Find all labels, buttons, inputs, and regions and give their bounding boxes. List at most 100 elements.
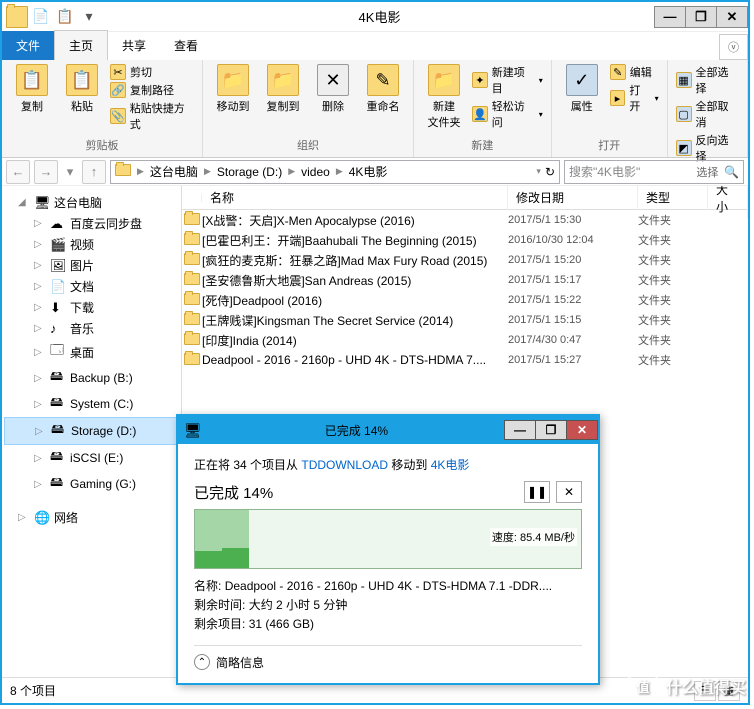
maximize-button[interactable]: ❐	[685, 6, 717, 28]
dialog-maximize-button[interactable]: ❐	[535, 420, 567, 440]
qat-item[interactable]: 📋	[54, 6, 76, 28]
close-button[interactable]: ✕	[716, 6, 748, 28]
address-dropdown-icon[interactable]: ▾	[536, 166, 541, 177]
expand-icon[interactable]: ▷	[34, 323, 46, 334]
copy-path-button[interactable]: 🔗复制路径	[110, 82, 194, 98]
expand-icon[interactable]: ▷	[34, 218, 46, 229]
tree-item[interactable]: ▷⬇下载	[4, 297, 179, 318]
expand-icon[interactable]: ▷	[34, 260, 46, 271]
rename-button[interactable]: ✎重命名	[361, 64, 405, 114]
column-type[interactable]: 类型	[638, 186, 708, 210]
tree-item[interactable]: ▷🎬视频	[4, 234, 179, 255]
up-button[interactable]: ↑	[82, 160, 106, 184]
file-row[interactable]: [疯狂的麦克斯：狂暴之路]Mad Max Fury Road (2015)201…	[182, 250, 748, 270]
ribbon-collapse-icon[interactable]: ⓥ	[719, 34, 748, 60]
copy-to-button[interactable]: 📁复制到	[261, 64, 305, 114]
expand-icon[interactable]: ▷	[34, 347, 46, 358]
tab-share[interactable]: 共享	[108, 31, 160, 60]
source-link[interactable]: TDDOWNLOAD	[301, 458, 388, 472]
breadcrumb[interactable]: 这台电脑	[150, 163, 198, 180]
tree-item[interactable]: ▷🖴System (C:)	[4, 391, 179, 417]
tree-label: Backup (B:)	[70, 371, 133, 385]
details-view-button[interactable]: ☰	[694, 681, 716, 701]
select-none-button[interactable]: ▢全部取消	[676, 98, 739, 130]
file-row[interactable]: [死侍]Deadpool (2016)2017/5/1 15:22文件夹	[182, 290, 748, 310]
tree-item[interactable]: ▷🖴Gaming (G:)	[4, 471, 179, 497]
select-all-button[interactable]: ▦全部选择	[676, 64, 739, 96]
expand-icon[interactable]: ▷	[35, 426, 47, 437]
tree-item[interactable]: ▷☁百度云同步盘	[4, 213, 179, 234]
expand-icon[interactable]: ▷	[34, 399, 46, 410]
tree-item[interactable]: ▷🖼图片	[4, 255, 179, 276]
copy-button[interactable]: 📋复制	[10, 64, 54, 114]
search-input[interactable]: 搜索"4K电影" 🔍	[564, 160, 744, 184]
file-row[interactable]: [巴霍巴利王：开端]Baahubali The Beginning (2015)…	[182, 230, 748, 250]
expand-icon[interactable]: ▷	[34, 239, 46, 250]
qat-dropdown-icon[interactable]: ▾	[78, 6, 100, 28]
chevron-right-icon[interactable]: ▶	[204, 166, 211, 177]
dialog-close-button[interactable]: ✕	[566, 420, 598, 440]
delete-button[interactable]: ✕删除	[311, 64, 355, 114]
expand-icon[interactable]: ▷	[18, 512, 30, 523]
tree-item[interactable]: ▷🖴Backup (B:)	[4, 365, 179, 391]
column-name[interactable]: 名称	[202, 186, 508, 210]
pause-button[interactable]: ❚❚	[524, 481, 550, 503]
expand-icon[interactable]: ▷	[34, 479, 46, 490]
tree-item[interactable]: ▷📄文档	[4, 276, 179, 297]
file-row[interactable]: [王牌贱谍]Kingsman The Secret Service (2014)…	[182, 310, 748, 330]
refresh-button[interactable]: ↻	[545, 165, 555, 179]
file-row[interactable]: [印度]India (2014)2017/4/30 0:47文件夹	[182, 330, 748, 350]
folder-icon	[182, 273, 202, 288]
tab-home[interactable]: 主页	[54, 30, 108, 60]
expand-icon[interactable]: ▷	[34, 281, 46, 292]
expand-icon[interactable]: ▷	[34, 373, 46, 384]
new-folder-button[interactable]: 📁新建 文件夹	[422, 64, 466, 130]
chevron-right-icon[interactable]: ▶	[288, 166, 295, 177]
chevron-right-icon[interactable]: ▶	[137, 166, 144, 177]
tab-file[interactable]: 文件	[2, 31, 54, 60]
group-label: 打开	[560, 137, 659, 153]
icons-view-button[interactable]: ▦	[718, 681, 740, 701]
file-row[interactable]: [X战警：天启]X-Men Apocalypse (2016)2017/5/1 …	[182, 210, 748, 230]
tree-label: 音乐	[70, 320, 94, 337]
qat-item[interactable]: 📄	[30, 6, 52, 28]
back-button[interactable]: ←	[6, 160, 30, 184]
address-bar[interactable]: ▶ 这台电脑 ▶ Storage (D:) ▶ video ▶ 4K电影 ▾ ↻	[110, 160, 560, 184]
search-placeholder: 搜索"4K电影"	[569, 163, 640, 180]
search-icon[interactable]: 🔍	[724, 165, 739, 179]
properties-button[interactable]: ✓属性	[560, 64, 604, 114]
group-label: 新建	[422, 137, 543, 153]
move-to-button[interactable]: 📁移动到	[211, 64, 255, 114]
tree-item[interactable]: ▷🖴iSCSI (E:)	[4, 445, 179, 471]
new-item-button[interactable]: ✦新建项目▾	[472, 64, 543, 96]
file-row[interactable]: [圣安德鲁斯大地震]San Andreas (2015)2017/5/1 15:…	[182, 270, 748, 290]
open-button[interactable]: ▸打开▾	[610, 82, 659, 114]
paste-button[interactable]: 📋粘贴	[60, 64, 104, 114]
tree-network[interactable]: ▷ 🌐 网络	[4, 507, 179, 528]
breadcrumb[interactable]: Storage (D:)	[217, 165, 282, 179]
file-row[interactable]: Deadpool - 2016 - 2160p - UHD 4K - DTS-H…	[182, 350, 748, 370]
dialog-minimize-button[interactable]: —	[504, 420, 536, 440]
recent-dropdown-icon[interactable]: ▾	[62, 160, 78, 184]
edit-button[interactable]: ✎编辑	[610, 64, 659, 80]
tree-item[interactable]: ▷🖴Storage (D:)	[4, 417, 179, 445]
breadcrumb[interactable]: 4K电影	[349, 163, 388, 180]
paste-shortcut-button[interactable]: 📎粘贴快捷方式	[110, 100, 194, 132]
tree-item[interactable]: ▷♪音乐	[4, 318, 179, 339]
forward-button[interactable]: →	[34, 160, 58, 184]
cut-button[interactable]: ✂剪切	[110, 64, 194, 80]
tree-item[interactable]: ▷🗔桌面	[4, 339, 179, 365]
breadcrumb[interactable]: video	[301, 165, 330, 179]
easy-access-button[interactable]: 👤轻松访问▾	[472, 98, 543, 130]
fewer-details-button[interactable]: ⌃ 简略信息	[194, 645, 582, 671]
minimize-button[interactable]: —	[654, 6, 686, 28]
chevron-right-icon[interactable]: ▶	[336, 166, 343, 177]
expand-icon[interactable]: ▷	[34, 453, 46, 464]
tab-view[interactable]: 查看	[160, 31, 212, 60]
dest-link[interactable]: 4K电影	[431, 458, 470, 472]
tree-computer[interactable]: ◢ 🖥 这台电脑	[4, 192, 179, 213]
expand-icon[interactable]: ▷	[34, 302, 46, 313]
column-date[interactable]: 修改日期	[508, 186, 638, 210]
cancel-button[interactable]: ✕	[556, 481, 582, 503]
collapse-icon[interactable]: ◢	[18, 197, 30, 208]
